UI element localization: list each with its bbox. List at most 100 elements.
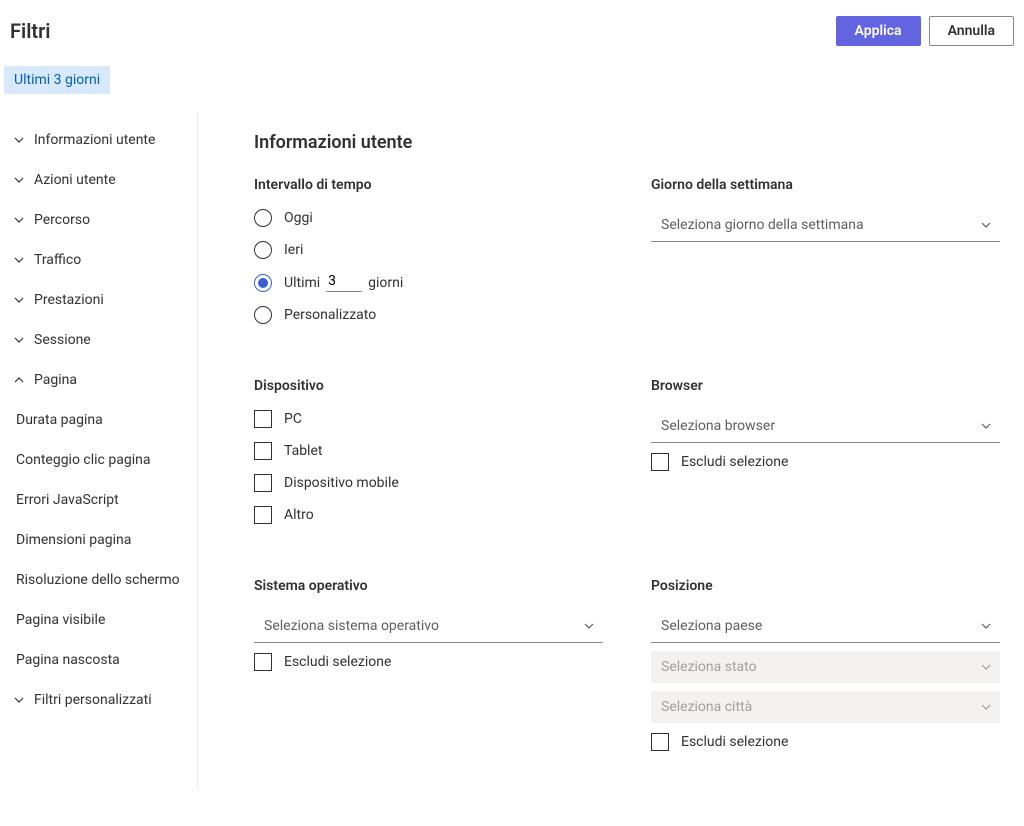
chevron-down-icon [12,173,26,187]
device-mobile[interactable]: Dispositivo mobile [254,474,603,492]
chevron-down-icon [12,293,26,307]
timeframe-custom[interactable]: Personalizzato [254,306,603,324]
checkbox-icon [651,453,669,471]
sidebar-item[interactable]: Azioni utente [0,160,197,200]
radio-label: Ieri [284,242,303,258]
sidebar-item-label: Percorso [34,212,90,228]
timeframe-lastn[interactable]: Ultimi giorni [254,273,603,292]
sidebar-item-label: Traffico [34,252,81,268]
city-select: Seleziona città [651,691,1000,723]
state-select: Seleziona stato [651,651,1000,683]
os-label: Sistema operativo [254,578,603,594]
select-placeholder: Seleziona sistema operativo [264,618,439,634]
location-group: Posizione Seleziona paese Seleziona stat… [651,578,1000,765]
sidebar-subitem[interactable]: Dimensioni pagina [0,520,197,560]
active-filters-bar: Ultimi 3 giorni [0,62,1024,112]
radio-icon [254,241,272,259]
checkbox-label: Tablet [284,443,322,459]
content: Informazioni utente Intervallo di tempo … [198,112,1024,789]
sidebar-subitem[interactable]: Conteggio clic pagina [0,440,197,480]
select-placeholder: Seleziona browser [661,418,775,434]
sidebar-item[interactable]: Sessione [0,320,197,360]
sidebar-subitem[interactable]: Errori JavaScript [0,480,197,520]
checkbox-icon [254,506,272,524]
sidebar-subitem[interactable]: Pagina nascosta [0,640,197,680]
sidebar-item[interactable]: Filtri personalizzati [0,680,197,720]
radio-icon [254,306,272,324]
row-device-browser: Dispositivo PC Tablet Dispositivo mobile… [254,378,1000,538]
header-buttons: Applica Annulla [836,16,1014,46]
row-os-location: Sistema operativo Seleziona sistema oper… [254,578,1000,765]
chevron-down-icon [12,213,26,227]
checkbox-icon [254,474,272,492]
weekday-group: Giorno della settimana Seleziona giorno … [651,177,1000,338]
device-tablet[interactable]: Tablet [254,442,603,460]
radio-label-prefix: Ultimi [284,275,320,291]
checkbox-label: PC [284,411,302,427]
sidebar-item[interactable]: Traffico [0,240,197,280]
device-label: Dispositivo [254,378,603,394]
checkbox-icon [651,733,669,751]
apply-button[interactable]: Applica [836,16,921,46]
browser-exclude[interactable]: Escludi selezione [651,453,1000,471]
device-group: Dispositivo PC Tablet Dispositivo mobile… [254,378,603,538]
checkbox-label: Dispositivo mobile [284,475,399,491]
sidebar-item[interactable]: Pagina [0,360,197,400]
sidebar-item-label: Informazioni utente [34,132,155,148]
main: Informazioni utente Azioni utente Percorso… [0,112,1024,789]
timeframe-label: Intervallo di tempo [254,177,603,193]
radio-label: Oggi [284,210,313,226]
device-other[interactable]: Altro [254,506,603,524]
checkbox-label: Escludi selezione [681,734,788,750]
sidebar-item[interactable]: Percorso [0,200,197,240]
radio-icon [254,209,272,227]
timeframe-yesterday[interactable]: Ieri [254,241,603,259]
weekday-label: Giorno della settimana [651,177,1000,193]
chevron-down-icon [583,620,595,632]
sidebar-subitem[interactable]: Pagina visibile [0,600,197,640]
checkbox-icon [254,653,272,671]
chevron-down-icon [980,661,992,673]
header: Filtri Applica Annulla [0,0,1024,62]
browser-label: Browser [651,378,1000,394]
chevron-up-icon [12,373,26,387]
sidebar-item[interactable]: Prestazioni [0,280,197,320]
radio-label: Personalizzato [284,307,376,323]
os-group: Sistema operativo Seleziona sistema oper… [254,578,603,765]
sidebar-item-label: Prestazioni [34,292,104,308]
sidebar: Informazioni utente Azioni utente Percorso… [0,112,198,789]
chevron-down-icon [12,693,26,707]
sidebar-item-label: Filtri personalizzati [34,692,152,708]
chevron-down-icon [980,620,992,632]
device-pc[interactable]: PC [254,410,603,428]
timeframe-today[interactable]: Oggi [254,209,603,227]
checkbox-icon [254,442,272,460]
select-placeholder: Seleziona giorno della settimana [661,217,864,233]
browser-select[interactable]: Seleziona browser [651,410,1000,443]
chevron-down-icon [12,253,26,267]
location-exclude[interactable]: Escludi selezione [651,733,1000,751]
checkbox-label: Escludi selezione [284,654,391,670]
chevron-down-icon [980,420,992,432]
os-select[interactable]: Seleziona sistema operativo [254,610,603,643]
radio-icon [254,274,272,292]
weekday-select[interactable]: Seleziona giorno della settimana [651,209,1000,242]
sidebar-subitem[interactable]: Risoluzione dello schermo [0,560,197,600]
country-select[interactable]: Seleziona paese [651,610,1000,643]
lastn-days-input[interactable] [326,273,362,292]
timeframe-group: Intervallo di tempo Oggi Ieri Ultimi gio… [254,177,603,338]
sidebar-item[interactable]: Informazioni utente [0,120,197,160]
radio-label-suffix: giorni [368,275,403,291]
chevron-down-icon [980,219,992,231]
select-placeholder: Seleziona città [661,699,752,715]
os-exclude[interactable]: Escludi selezione [254,653,603,671]
checkbox-label: Escludi selezione [681,454,788,470]
location-label: Posizione [651,578,1000,594]
page-title: Filtri [10,19,51,43]
chevron-down-icon [12,133,26,147]
cancel-button[interactable]: Annulla [929,16,1014,46]
sidebar-subitem[interactable]: Durata pagina [0,400,197,440]
chevron-down-icon [980,701,992,713]
select-placeholder: Seleziona stato [661,659,757,675]
filter-chip[interactable]: Ultimi 3 giorni [4,66,110,94]
